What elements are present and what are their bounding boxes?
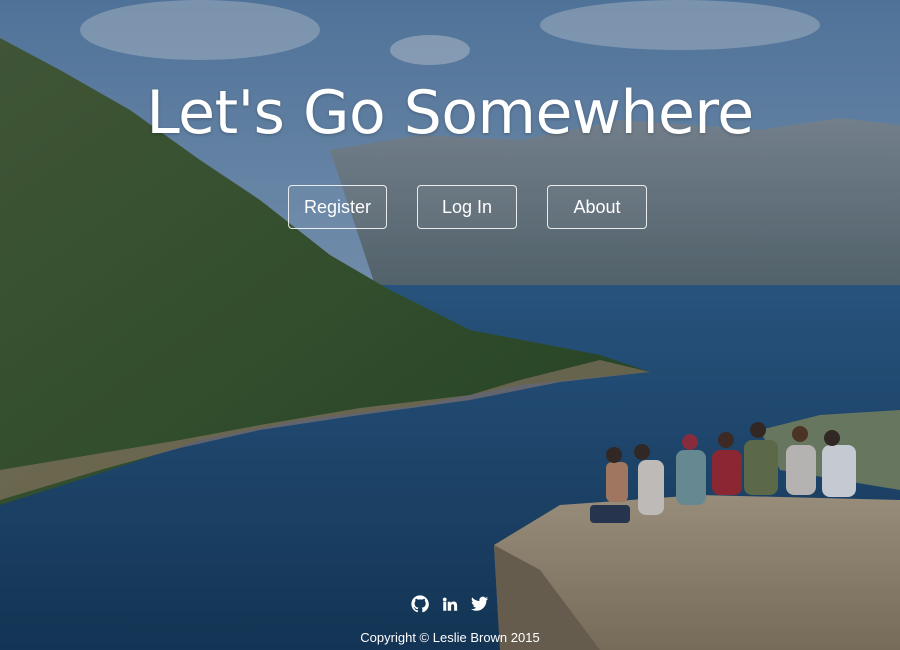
login-button[interactable]: Log In (417, 185, 517, 229)
about-button[interactable]: About (547, 185, 647, 229)
hero-title: Let's Go Somewhere (146, 78, 754, 148)
nav-buttons: Register Log In About (0, 185, 900, 231)
linkedin-icon[interactable] (441, 595, 459, 613)
social-links (0, 595, 900, 615)
twitter-icon[interactable] (471, 595, 489, 613)
register-button[interactable]: Register (288, 185, 387, 229)
copyright-text: Copyright © Leslie Brown 2015 (360, 630, 540, 645)
github-icon[interactable] (410, 595, 429, 613)
